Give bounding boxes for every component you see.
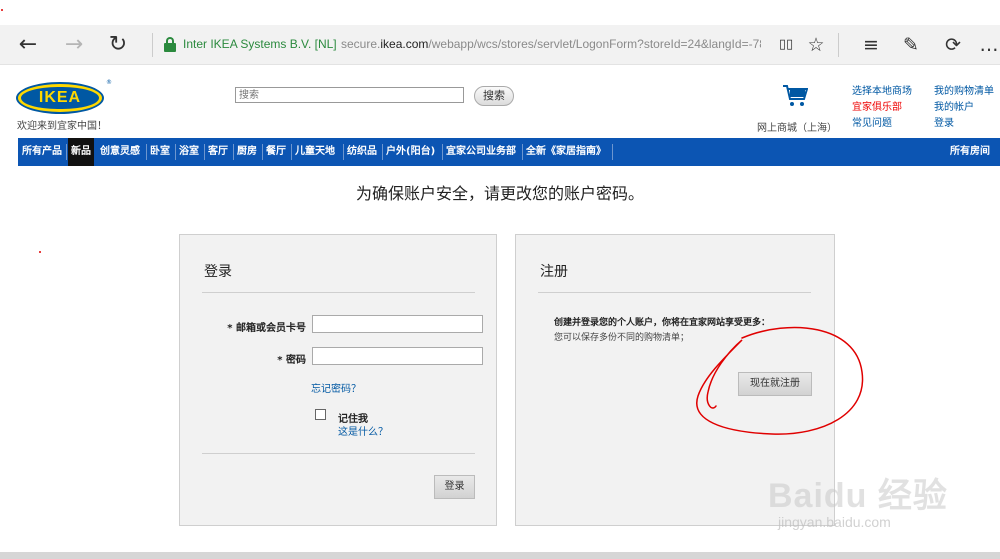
nav-divider <box>146 144 147 160</box>
nav-divider <box>175 144 176 160</box>
divider <box>202 453 475 454</box>
nav-new[interactable]: 新品 <box>68 138 94 166</box>
nav-divider <box>522 144 523 160</box>
nav-living-room[interactable]: 客厅 <box>208 138 228 166</box>
nav-kitchen[interactable]: 厨房 <box>237 138 257 166</box>
web-note-icon[interactable]: ✎ <box>897 31 925 59</box>
header-links-right: 我的购物清单 我的帐户 登录 <box>934 84 994 132</box>
page-title: 为确保账户安全，请更改您的账户密码。 <box>355 184 644 203</box>
logo-text: IKEA <box>21 87 99 109</box>
reading-view-icon[interactable]: ▯▯ <box>772 31 800 59</box>
forgot-password-link[interactable]: 忘记密码？ <box>311 380 361 395</box>
divider <box>538 292 811 293</box>
nav-catalogue[interactable]: 全新《家居指南》 <box>526 138 606 166</box>
favorite-star-icon[interactable]: ☆ <box>802 31 830 59</box>
back-arrow-icon[interactable]: ← <box>14 31 42 59</box>
login-panel: 登录 * 邮箱或会员卡号 * 密码 忘记密码？ 记住我 这是什么？ 登录 <box>179 234 497 526</box>
search-input[interactable] <box>235 87 464 103</box>
register-lead: 创建并登录您的个人账户，你将在宜家网站享受更多： <box>554 318 771 328</box>
nav-dining[interactable]: 餐厅 <box>266 138 286 166</box>
login-title: 登录 <box>204 264 232 280</box>
register-benefit: 您可以保存多份不同的购物清单； <box>554 333 690 343</box>
header-links-left: 选择本地商场 宜家俱乐部 常见问题 <box>852 84 912 132</box>
nav-business[interactable]: 宜家公司业务部 <box>446 138 516 166</box>
hub-icon[interactable]: ≡ <box>857 31 885 59</box>
share-icon[interactable]: ⟳ <box>939 31 967 59</box>
nav-inspiration[interactable]: 创意灵感 <box>100 138 140 166</box>
nav-divider <box>66 144 67 160</box>
nav-divider <box>343 144 344 160</box>
email-field[interactable] <box>312 315 483 333</box>
nav-divider <box>262 144 263 160</box>
password-label: * 密码 <box>277 355 306 366</box>
toolbar-separator <box>838 33 839 57</box>
baidu-watermark: Baidu 经验 <box>768 477 948 515</box>
nav-divider <box>204 144 205 160</box>
register-title: 注册 <box>540 264 568 280</box>
nav-outdoor[interactable]: 户外(阳台) <box>386 138 435 166</box>
search-button[interactable]: 搜索 <box>474 86 514 106</box>
nav-bathroom[interactable]: 浴室 <box>179 138 199 166</box>
nav-bedroom[interactable]: 卧室 <box>150 138 170 166</box>
nav-textiles[interactable]: 纺织品 <box>347 138 377 166</box>
url-domain: ikea.com <box>380 37 429 51</box>
registered-mark: ® <box>106 79 112 86</box>
nav-all-products[interactable]: 所有产品 <box>22 138 62 166</box>
lock-icon[interactable] <box>164 37 176 52</box>
refresh-icon[interactable]: ↻ <box>104 31 132 59</box>
login-link[interactable]: 登录 <box>934 116 994 132</box>
more-icon[interactable]: … <box>975 31 1000 59</box>
baidu-watermark-url: jingyan.baidu.com <box>778 514 891 530</box>
horizontal-scrollbar[interactable] <box>0 552 1000 559</box>
forward-arrow-icon[interactable]: → <box>60 31 88 59</box>
online-store-label[interactable]: 网上商城（上海） <box>757 119 837 134</box>
ikea-logo[interactable]: IKEA <box>16 82 104 114</box>
login-submit-button[interactable]: 登录 <box>434 475 475 499</box>
url-path: /webapp/wcs/stores/servlet/LogonForm?sto… <box>428 37 761 51</box>
nav-all-rooms[interactable]: 所有房间 <box>950 138 990 166</box>
password-field[interactable] <box>312 347 483 365</box>
email-label: * 邮箱或会员卡号 <box>227 323 306 334</box>
register-now-button[interactable]: 现在就注册 <box>738 372 812 396</box>
nav-divider <box>442 144 443 160</box>
ikea-family-link[interactable]: 宜家俱乐部 <box>852 100 912 116</box>
address-bar[interactable]: secure.ikea.com/webapp/wcs/stores/servle… <box>341 37 761 51</box>
shopping-cart-icon[interactable] <box>782 84 808 108</box>
remember-me-checkbox[interactable] <box>315 409 326 420</box>
my-account-link[interactable]: 我的帐户 <box>934 100 994 116</box>
nav-divider <box>612 144 613 160</box>
url-prefix: secure. <box>341 37 381 51</box>
whats-this-link[interactable]: 这是什么？ <box>338 423 388 438</box>
nav-divider <box>233 144 234 160</box>
nav-divider <box>291 144 292 160</box>
toolbar-separator <box>152 33 153 57</box>
category-nav: 所有产品 新品 创意灵感 卧室 浴室 客厅 厨房 餐厅 儿童天地 纺织品 户外(… <box>18 138 1000 166</box>
welcome-text: 欢迎来到宜家中国！ <box>17 121 107 132</box>
browser-toolbar: ← → ↻ Inter IKEA Systems B.V. [NL] secur… <box>0 25 1000 65</box>
divider <box>202 292 475 293</box>
shopping-list-link[interactable]: 我的购物清单 <box>934 84 994 100</box>
select-store-link[interactable]: 选择本地商场 <box>852 84 912 100</box>
nav-divider <box>382 144 383 160</box>
certificate-name[interactable]: Inter IKEA Systems B.V. [NL] <box>183 37 337 51</box>
nav-children[interactable]: 儿童天地 <box>295 138 335 166</box>
faq-link[interactable]: 常见问题 <box>852 116 912 132</box>
